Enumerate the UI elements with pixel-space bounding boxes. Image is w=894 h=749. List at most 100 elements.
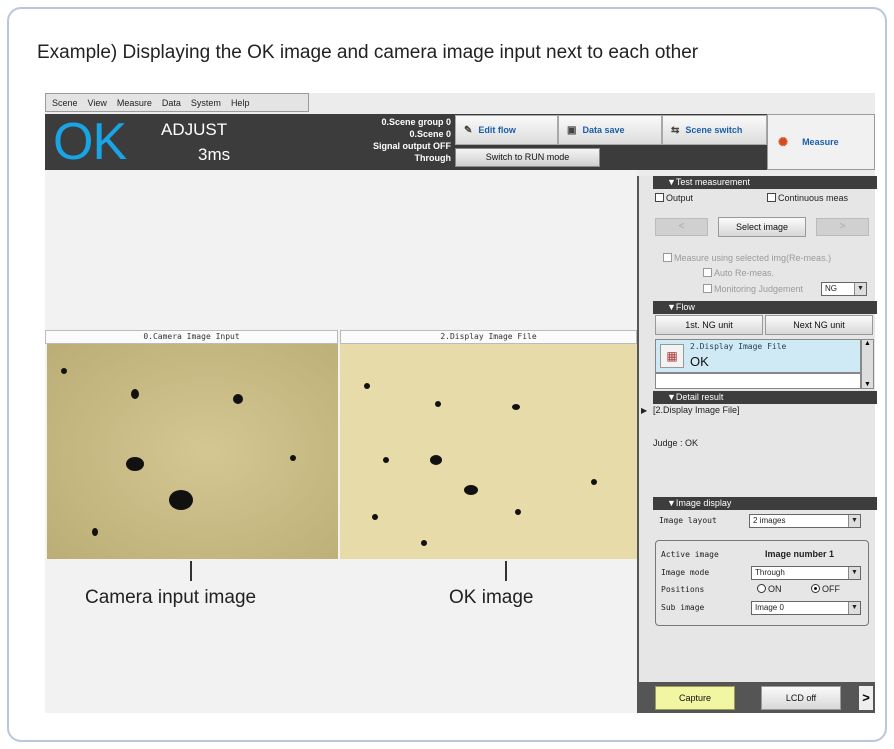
prev-image-button[interactable]: < [655, 218, 708, 236]
scene-group: 0.Scene group 0 [381, 117, 451, 127]
processing-time: 3ms [198, 145, 231, 164]
menu-system[interactable]: System [191, 98, 221, 108]
right-image-title: 2.Display Image File [340, 330, 637, 344]
mode-label: ADJUST [161, 120, 228, 139]
detail-judge: Judge : OK [653, 438, 699, 448]
auto-remeas-checkbox[interactable]: Auto Re-meas. [703, 268, 774, 278]
left-image-title: 0.Camera Image Input [45, 330, 338, 344]
figure-caption: Example) Displaying the OK image and cam… [37, 42, 699, 63]
positions-label: Positions [661, 585, 705, 594]
data-save-button[interactable]: ▣ Data save [558, 115, 662, 145]
measure-label: Measure [802, 137, 839, 147]
positions-off-label: OFF [822, 584, 840, 594]
image-mode-value: Through [755, 568, 785, 577]
detail-unit-name: [2.Display Image File] [653, 405, 740, 415]
sub-image-value: Image 0 [755, 603, 784, 612]
menu-view[interactable]: View [88, 98, 107, 108]
signal-output: Signal output OFF [373, 141, 451, 151]
menu-bar: Scene View Measure Data System Help [45, 93, 309, 112]
radio-off-icon [757, 584, 766, 593]
ok-image [340, 344, 637, 559]
image-display-header[interactable]: ▼Image display [653, 497, 877, 510]
scroll-up-icon[interactable]: ▲ [862, 340, 873, 347]
auto-remeas-check-icon [703, 268, 712, 277]
monitoring-label: Monitoring Judgement [714, 284, 804, 294]
continuous-label: Continuous meas [778, 193, 849, 203]
flow-list-empty-row [655, 373, 861, 389]
menu-data[interactable]: Data [162, 98, 181, 108]
output-checkbox[interactable]: Output [655, 193, 693, 203]
display-image-file-icon: ▦ [660, 344, 684, 368]
lcd-off-button[interactable]: LCD off [761, 686, 841, 710]
flow-item-status: OK [690, 354, 709, 369]
chevron-down-icon: ▼ [848, 567, 860, 579]
test-measurement-header[interactable]: ▼Test measurement [653, 176, 877, 189]
menu-scene[interactable]: Scene [52, 98, 78, 108]
save-icon: ▣ [567, 124, 577, 136]
sub-image-label: Sub image [661, 603, 705, 612]
scene-switch-button[interactable]: ⇆ Scene switch [662, 115, 767, 145]
judgement-status: OK [53, 113, 127, 171]
camera-image [47, 344, 338, 559]
image-mode-select[interactable]: Through ▼ [751, 566, 861, 580]
edit-flow-icon: ✎ [464, 124, 473, 136]
continuous-check-icon [767, 193, 776, 202]
monitoring-check-icon [703, 284, 712, 293]
camera-image-label: Camera input image [85, 587, 257, 608]
bottom-bar: Capture LCD off > [637, 682, 875, 713]
scene-name: 0.Scene 0 [409, 129, 451, 139]
flow-scrollbar[interactable]: ▲ ▼ [861, 339, 874, 389]
next-ng-unit-button[interactable]: Next NG unit [765, 315, 873, 335]
auto-remeas-label: Auto Re-meas. [714, 268, 775, 278]
positions-off-radio[interactable]: OFF [811, 584, 840, 594]
image-area: 0.Camera Image Input 2.Display Image Fil… [45, 170, 637, 713]
scroll-down-icon[interactable]: ▼ [862, 381, 873, 388]
ok-pointer-line [505, 561, 507, 581]
positions-on-label: ON [768, 584, 782, 594]
continuous-checkbox[interactable]: Continuous meas [767, 193, 848, 203]
detail-arrow-icon: ▶ [641, 406, 648, 415]
scene-info: 0.Scene group 0 0.Scene 0 Signal output … [339, 116, 451, 164]
measure-selected-label: Measure using selected img(Re-meas.) [674, 253, 832, 263]
output-check-icon [655, 193, 664, 202]
measure-button[interactable]: ✺ Measure [767, 114, 875, 170]
radio-on-icon [811, 584, 820, 593]
sub-image-select[interactable]: Image 0 ▼ [751, 601, 861, 615]
switch-run-mode-button[interactable]: Switch to RUN mode [455, 148, 600, 167]
flow-item-title: 2.Display Image File [690, 342, 787, 351]
flow-item[interactable]: ▦ 2.Display Image File OK [655, 339, 861, 373]
measure-selected-check-icon [663, 253, 672, 262]
active-image-value: Image number 1 [765, 549, 835, 559]
output-label: Output [666, 193, 694, 203]
menu-measure[interactable]: Measure [117, 98, 152, 108]
measure-selected-checkbox[interactable]: Measure using selected img(Re-meas.) [663, 253, 831, 263]
measure-icon: ✺ [778, 135, 789, 149]
next-image-button[interactable]: > [816, 218, 869, 236]
positions-on-radio[interactable]: ON [757, 584, 782, 594]
menu-help[interactable]: Help [231, 98, 250, 108]
image-layout-label: Image layout [659, 516, 717, 525]
ok-image-label: OK image [449, 587, 534, 608]
monitoring-value: NG [825, 284, 837, 293]
image-layout-select[interactable]: 2 images ▼ [749, 514, 861, 528]
select-image-button[interactable]: Select image [718, 217, 806, 237]
monitoring-select[interactable]: NG ▼ [821, 282, 867, 296]
flow-header[interactable]: ▼Flow [653, 301, 877, 314]
monitoring-checkbox[interactable]: Monitoring Judgement [703, 284, 803, 294]
chevron-down-icon: ▼ [848, 602, 860, 614]
app-window: Scene View Measure Data System Help OK A… [45, 93, 877, 713]
data-save-label: Data save [582, 125, 625, 135]
right-panel: ▼Test measurement Output Continuous meas… [637, 176, 877, 713]
capture-button[interactable]: Capture [655, 686, 735, 710]
edit-flow-button[interactable]: ✎ Edit flow [455, 115, 558, 145]
more-button[interactable]: > [859, 686, 873, 710]
through-label: Through [414, 153, 452, 163]
first-ng-unit-button[interactable]: 1st. NG unit [655, 315, 763, 335]
camera-pointer-line [190, 561, 192, 581]
chevron-down-icon: ▼ [848, 515, 860, 527]
detail-result-header[interactable]: ▼Detail result [653, 391, 877, 404]
scene-switch-label: Scene switch [685, 125, 743, 135]
chevron-down-icon: ▼ [854, 283, 866, 295]
image-layout-value: 2 images [753, 516, 786, 525]
edit-flow-label: Edit flow [478, 125, 516, 135]
